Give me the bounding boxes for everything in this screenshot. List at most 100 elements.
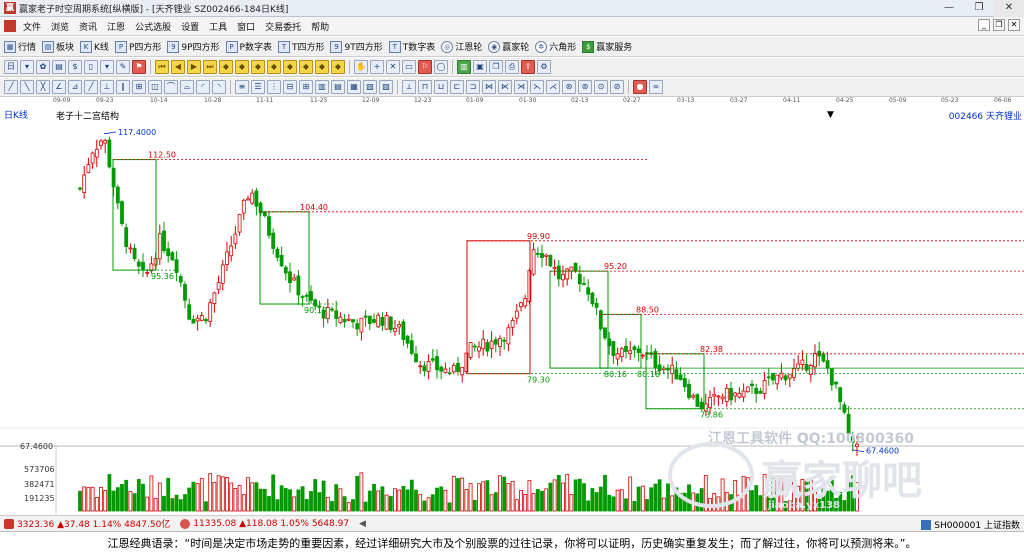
tb-gann-wheel-button[interactable]: ◎ 江恩轮 xyxy=(441,40,482,53)
chart-style-icon[interactable]: ▾ xyxy=(20,60,34,74)
mdi-restore-button[interactable]: ❐ xyxy=(993,19,1005,31)
fib-tool8-icon[interactable]: ▦ xyxy=(347,80,361,94)
save-icon[interactable]: ▣ xyxy=(473,60,487,74)
last-icon[interactable]: ⏭ xyxy=(203,60,217,74)
menu-gann[interactable]: 江恩 xyxy=(102,20,130,33)
cycle-tool3-icon[interactable]: ⊔ xyxy=(434,80,448,94)
line-tool9-icon[interactable]: ⊞ xyxy=(132,80,146,94)
line-tool13-icon[interactable]: ◜ xyxy=(196,80,210,94)
mdi-minimize-button[interactable]: _ xyxy=(978,19,990,31)
sh-index[interactable]: 3323.36 ▲37.48 1.14% 4847.50亿 xyxy=(0,517,170,530)
fib-tool2-icon[interactable]: ☰ xyxy=(251,80,265,94)
menu-help[interactable]: 帮助 xyxy=(306,20,334,33)
menu-window[interactable]: 窗口 xyxy=(232,20,260,33)
fib-tool5-icon[interactable]: ⊞ xyxy=(299,80,313,94)
print-icon[interactable]: ⎙ xyxy=(505,60,519,74)
prev-icon[interactable]: ◀ xyxy=(171,60,185,74)
menu-info[interactable]: 资讯 xyxy=(74,20,102,33)
fib-tool3-icon[interactable]: ⋮ xyxy=(267,80,281,94)
menu-formula[interactable]: 公式选股 xyxy=(130,20,176,33)
config-icon[interactable]: ⚙ xyxy=(537,60,551,74)
close-button[interactable]: ✕ xyxy=(994,0,1024,17)
copy-icon[interactable]: ❐ xyxy=(489,60,503,74)
cycle-tool4-icon[interactable]: ⊏ xyxy=(450,80,464,94)
tb-p-square-button[interactable]: P P四方形 xyxy=(114,40,161,53)
tb-kline-button[interactable]: K K线 xyxy=(80,40,109,53)
color-wheel-icon[interactable]: ● xyxy=(633,80,647,94)
restore-button[interactable]: ❐ xyxy=(964,0,994,17)
mdi-close-button[interactable]: ✕ xyxy=(1008,19,1020,31)
note-icon[interactable]: ▤ xyxy=(52,60,66,74)
cycle-tool2-icon[interactable]: ⊓ xyxy=(418,80,432,94)
line-tool5-icon[interactable]: ⊿ xyxy=(68,80,82,94)
fib-tool4-icon[interactable]: ⊟ xyxy=(283,80,297,94)
diamond3-icon[interactable]: ◆ xyxy=(251,60,265,74)
candle-icon[interactable]: ▯ xyxy=(84,60,98,74)
line-tool11-icon[interactable]: ⌒ xyxy=(164,80,178,94)
infinity-icon[interactable]: ∞ xyxy=(649,80,663,94)
line-tool14-icon[interactable]: ◝ xyxy=(212,80,226,94)
line-tool8-icon[interactable]: ∥ xyxy=(116,80,130,94)
crosshair-icon[interactable]: + xyxy=(370,60,384,74)
flag-icon[interactable]: ⚑ xyxy=(132,60,146,74)
line-tool4-icon[interactable]: ∠ xyxy=(52,80,66,94)
menu-browse[interactable]: 浏览 xyxy=(46,20,74,33)
fib-tool6-icon[interactable]: ▥ xyxy=(315,80,329,94)
sz-index[interactable]: 11335.08 ▲118.08 1.05% 5648.97 xyxy=(180,518,349,529)
period-select-icon[interactable]: 日 xyxy=(4,60,18,74)
tb-p-table-button[interactable]: P P数字表 xyxy=(225,40,272,53)
dropdown-arrow-icon[interactable]: ▼ xyxy=(827,110,834,120)
cycle-tool5-icon[interactable]: ⊐ xyxy=(466,80,480,94)
line-tool2-icon[interactable]: ╲ xyxy=(20,80,34,94)
tb-service-button[interactable]: $ 赢家服务 xyxy=(582,40,632,53)
menu-trade[interactable]: 交易委托 xyxy=(260,20,306,33)
diamond8-icon[interactable]: ◆ xyxy=(331,60,345,74)
diamond5-icon[interactable]: ◆ xyxy=(283,60,297,74)
dropdown-icon[interactable]: ▾ xyxy=(100,60,114,74)
menu-file[interactable]: 文件 xyxy=(18,20,46,33)
cycle-tool11-icon[interactable]: ⊛ xyxy=(562,80,576,94)
minimize-button[interactable]: — xyxy=(934,0,964,17)
line-tool3-icon[interactable]: ╳ xyxy=(36,80,50,94)
tag-icon[interactable]: ⚐ xyxy=(418,60,432,74)
pen-icon[interactable]: ✎ xyxy=(116,60,130,74)
cycle-tool8-icon[interactable]: ⋊ xyxy=(514,80,528,94)
tb-t-table-button[interactable]: T T数字表 xyxy=(388,40,435,53)
tb-sector-button[interactable]: ▤ 板块 xyxy=(42,40,74,53)
menu-tools[interactable]: 工具 xyxy=(204,20,232,33)
fib-tool9-icon[interactable]: ▧ xyxy=(363,80,377,94)
tb-t-square-button[interactable]: T T四方形 xyxy=(277,40,324,53)
diamond4-icon[interactable]: ◆ xyxy=(267,60,281,74)
cross-icon[interactable]: ✕ xyxy=(386,60,400,74)
line-tool10-icon[interactable]: ◫ xyxy=(148,80,162,94)
fib-tool1-icon[interactable]: ≡ xyxy=(235,80,249,94)
next-icon[interactable]: ▶ xyxy=(187,60,201,74)
export-icon[interactable]: ⇪ xyxy=(521,60,535,74)
cycle-tool14-icon[interactable]: ⊘ xyxy=(610,80,624,94)
book-icon[interactable]: ▥ xyxy=(457,60,471,74)
cycle-tool6-icon[interactable]: ⋈ xyxy=(482,80,496,94)
cycle-tool12-icon[interactable]: ⊚ xyxy=(578,80,592,94)
menu-settings[interactable]: 设置 xyxy=(176,20,204,33)
scroll-left-icon[interactable]: ◀ xyxy=(359,519,366,529)
first-icon[interactable]: ⏮ xyxy=(155,60,169,74)
line-tool6-icon[interactable]: ╱ xyxy=(84,80,98,94)
chart-area[interactable]: 112.50 104.40 99.90 95.20 88.50 82.38 95.36 90.… xyxy=(0,106,1024,515)
tb-hexagon-button[interactable]: ✲ 六角形 xyxy=(535,40,576,53)
diamond2-icon[interactable]: ◆ xyxy=(235,60,249,74)
cycle-tool9-icon[interactable]: ⋋ xyxy=(530,80,544,94)
cycle-tool7-icon[interactable]: ⋉ xyxy=(498,80,512,94)
fib-tool7-icon[interactable]: ▤ xyxy=(331,80,345,94)
flower-icon[interactable]: ✿ xyxy=(36,60,50,74)
line-tool1-icon[interactable]: ╱ xyxy=(4,80,18,94)
tb-quotes-button[interactable]: ▦ 行情 xyxy=(4,40,36,53)
cycle-tool1-icon[interactable]: ⟂ xyxy=(402,80,416,94)
fib-tool10-icon[interactable]: ▨ xyxy=(379,80,393,94)
tb-9t-square-button[interactable]: 9 9T四方形 xyxy=(330,40,383,53)
diamond6-icon[interactable]: ◆ xyxy=(299,60,313,74)
hand-icon[interactable]: ✋ xyxy=(354,60,368,74)
circle-icon[interactable]: ◯ xyxy=(434,60,448,74)
dollar-icon[interactable]: $ xyxy=(68,60,82,74)
tb-winner-wheel-button[interactable]: ◉ 赢家轮 xyxy=(488,40,529,53)
cycle-tool13-icon[interactable]: ⊙ xyxy=(594,80,608,94)
